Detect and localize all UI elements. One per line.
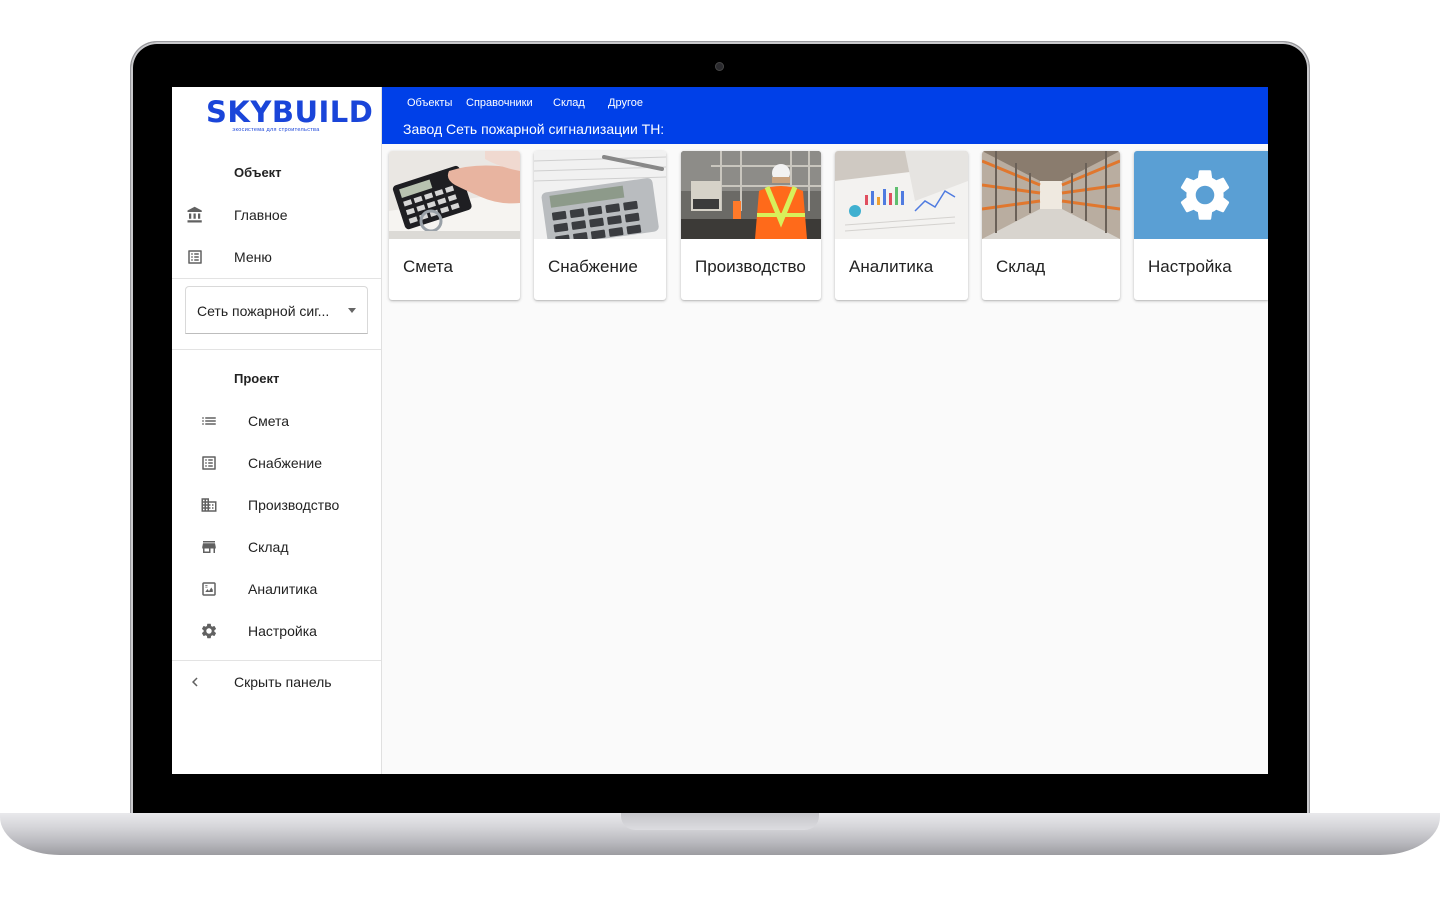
object-select-value: Сеть пожарной сиг... bbox=[197, 303, 330, 319]
sidebar: SKYBUILD экосистема для строительства Об… bbox=[172, 87, 382, 774]
tile-supply[interactable]: Снабжение bbox=[534, 151, 666, 300]
project-section-title: Проект bbox=[234, 371, 280, 386]
divider bbox=[172, 349, 381, 350]
gear-icon bbox=[1180, 170, 1230, 220]
dropdown-arrow-icon bbox=[348, 308, 356, 313]
hide-panel-label: Скрыть панель bbox=[234, 674, 332, 690]
sidebar-item-warehouse[interactable]: Склад bbox=[172, 528, 381, 566]
menu-item-warehouse[interactable]: Склад bbox=[553, 97, 585, 109]
object-section-title: Объект bbox=[234, 165, 282, 180]
laptop-notch bbox=[621, 813, 819, 830]
sidebar-item-label: Склад bbox=[248, 539, 289, 555]
sidebar-item-label: Производство bbox=[248, 497, 340, 513]
tile-production[interactable]: Производство bbox=[681, 151, 821, 300]
calculator-photo bbox=[534, 151, 666, 239]
divider bbox=[172, 660, 381, 661]
sidebar-item-production[interactable]: Производство bbox=[172, 486, 381, 524]
list-icon bbox=[202, 417, 216, 425]
app-screen: SKYBUILD экосистема для строительства Об… bbox=[172, 87, 1268, 774]
tile-label: Аналитика bbox=[849, 257, 934, 276]
tile-estimate[interactable]: Смета bbox=[389, 151, 520, 300]
building-icon bbox=[201, 498, 217, 512]
top-bar: Объекты Справочники Склад Другое Завод С… bbox=[382, 87, 1268, 144]
sidebar-item-menu[interactable]: Меню bbox=[172, 238, 381, 276]
sidebar-item-estimate[interactable]: Смета bbox=[172, 402, 381, 440]
tile-analytics[interactable]: Аналитика bbox=[835, 151, 968, 300]
sidebar-item-analytics[interactable]: Аналитика bbox=[172, 570, 381, 608]
charts-documents-photo bbox=[835, 151, 968, 239]
analytics-icon bbox=[202, 582, 216, 596]
sidebar-item-supply[interactable]: Снабжение bbox=[172, 444, 381, 482]
settings-banner bbox=[1134, 151, 1268, 239]
sidebar-item-label: Снабжение bbox=[248, 455, 322, 471]
sidebar-item-label: Аналитика bbox=[248, 581, 318, 597]
tile-label: Производство bbox=[695, 257, 806, 276]
tile-warehouse[interactable]: Склад bbox=[982, 151, 1120, 300]
tile-label: Склад bbox=[996, 257, 1046, 276]
sidebar-item-main[interactable]: Главное bbox=[172, 196, 381, 234]
list-alt-icon bbox=[202, 456, 216, 470]
object-select[interactable]: Сеть пожарной сиг... bbox=[185, 286, 368, 334]
store-icon bbox=[202, 541, 216, 553]
divider bbox=[172, 278, 381, 279]
hide-panel-button[interactable]: Скрыть панель bbox=[172, 663, 381, 701]
sidebar-item-label: Главное bbox=[234, 207, 288, 223]
construction-worker-photo bbox=[681, 151, 821, 239]
bank-icon bbox=[187, 206, 202, 223]
tile-label: Смета bbox=[403, 257, 453, 276]
tile-label: Снабжение bbox=[548, 257, 638, 276]
menu-item-objects[interactable]: Объекты bbox=[407, 97, 452, 109]
logo-text: SKYBUILD bbox=[206, 95, 374, 129]
sidebar-item-label: Смета bbox=[248, 413, 290, 429]
gear-icon bbox=[201, 623, 217, 639]
sidebar-item-label: Меню bbox=[234, 249, 272, 265]
chevron-left-icon bbox=[192, 677, 198, 687]
camera-icon bbox=[715, 62, 724, 71]
page-subtitle: Завод Сеть пожарной сигнализации ТН: bbox=[403, 121, 665, 137]
sidebar-item-settings[interactable]: Настройка bbox=[172, 612, 381, 650]
menu-item-references[interactable]: Справочники bbox=[466, 97, 533, 109]
tile-settings[interactable]: Настройка bbox=[1134, 151, 1268, 300]
sidebar-item-label: Настройка bbox=[248, 623, 317, 639]
list-alt-icon bbox=[188, 250, 202, 264]
calculator-hand-photo bbox=[389, 151, 520, 239]
tile-label: Настройка bbox=[1148, 257, 1232, 276]
menu-item-other[interactable]: Другое bbox=[608, 97, 643, 109]
warehouse-photo bbox=[982, 151, 1120, 239]
logo[interactable]: SKYBUILD экосистема для строительства bbox=[206, 95, 374, 133]
